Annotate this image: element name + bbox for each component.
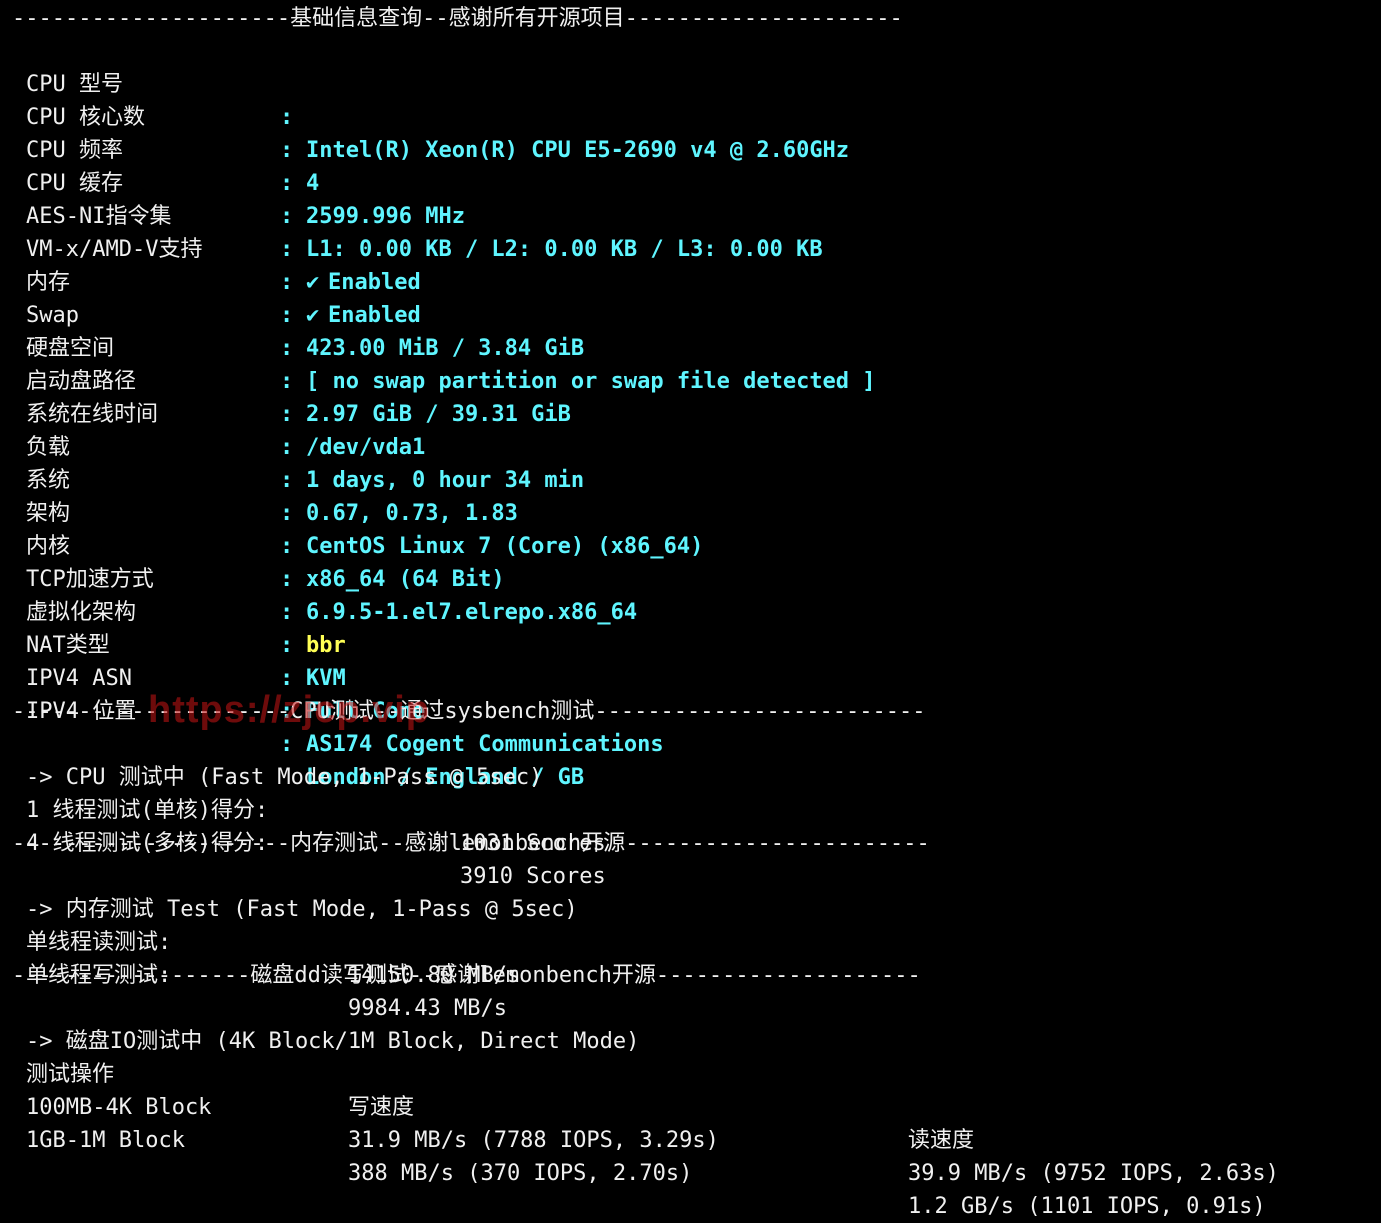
info-row-disk-space: 硬盘空间 : 2.97 GiB / 39.31 GiB [0, 299, 1381, 427]
info-row-swap: Swap : [ no swap partition or swap file … [0, 266, 1381, 394]
info-row-cpu-frequency: CPU 频率 : 2599.996 MHz [0, 101, 1381, 229]
info-row-cpu-cache: CPU 缓存 : L1: 0.00 KB / L2: 0.00 KB / L3:… [0, 134, 1381, 262]
info-row-kernel: 内核 : 6.9.5-1.el7.elrepo.x86_64 [0, 497, 1381, 625]
info-row-virtualization-support: VM-x/AMD-V支持 : ✔ Enabled [0, 200, 1381, 328]
disk-test-heading-row: -> 磁盘IO测试中 (4K Block/1M Block, Direct Mo… [0, 992, 1381, 1054]
info-row-tcp-congestion: TCP加速方式 : bbr [0, 530, 1381, 658]
mem-test-read-row: 单线程读测试: 14150.80 MB/s [0, 893, 1381, 988]
info-row-ipv4-asn: IPV4 ASN : AS174 Cogent Communications [0, 629, 1381, 757]
disk-read-cell: 39.9 MB/s (9752 IOPS, 2.63s) [908, 1161, 1279, 1186]
table-row: 1GB-1M Block 388 MB/s (370 IOPS, 2.70s) … [0, 1091, 1381, 1219]
info-row-arch: 架构 : x86_64 (64 Bit) [0, 464, 1381, 592]
info-row-aes-ni: AES-NI指令集 : ✔ Enabled [0, 167, 1381, 295]
cpu-test-heading-row: -> CPU 测试中 (Fast Mode, 1-Pass @ 5sec) [0, 728, 1381, 790]
info-row-load: 负载 : 0.67, 0.73, 1.83 [0, 398, 1381, 526]
info-row-memory: 内存 : 423.00 MiB / 3.84 GiB [0, 233, 1381, 361]
table-row: 100MB-4K Block 31.9 MB/s (7788 IOPS, 3.2… [0, 1058, 1381, 1186]
watermark-text: https://zjcp.vip [148, 689, 430, 731]
disk-read-cell: 1.2 GB/s (1101 IOPS, 0.91s) [908, 1194, 1266, 1219]
info-row-boot-disk: 启动盘路径 : /dev/vda1 [0, 332, 1381, 460]
disk-write-cell: 31.9 MB/s (7788 IOPS, 3.29s) [348, 1128, 719, 1153]
mem-test-write-row: 单线程写测试: 9984.43 MB/s [0, 926, 1381, 1021]
info-row-cpu-model: CPU 型号 : Intel(R) Xeon(R) CPU E5-2690 v4… [0, 35, 1381, 163]
section-separator-memory-test: ---------------------内存测试--感谢lemonbench开… [12, 831, 930, 856]
column-header-read-speed: 读速度 [908, 1128, 975, 1153]
disk-operation-cell: 1GB-1M Block [26, 1128, 185, 1153]
info-row-os: 系统 : CentOS Linux 7 (Core) (x86_64) [0, 431, 1381, 559]
info-row-virtualization: 虚拟化架构 : KVM [0, 563, 1381, 691]
section-separator-disk-test: ------------------磁盘dd读写测试--感谢lemonbench… [12, 963, 921, 988]
disk-table-header: 测试操作 写速度 读速度 [0, 1025, 1381, 1153]
cpu-test-multi-row: 4 线程测试(多核)得分: 3910 Scores [0, 794, 1381, 889]
info-row-uptime: 系统在线时间 : 1 days, 0 hour 34 min [0, 365, 1381, 493]
cpu-test-single-row: 1 线程测试(单核)得分: 1031 Scores [0, 761, 1381, 856]
mem-test-heading-row: -> 内存测试 Test (Fast Mode, 1-Pass @ 5sec) [0, 860, 1381, 922]
info-row-nat-type: NAT类型 : Full Cone [0, 596, 1381, 724]
disk-write-cell: 388 MB/s (370 IOPS, 2.70s) [348, 1161, 693, 1186]
info-row-cpu-cores: CPU 核心数 : 4 [0, 68, 1381, 196]
section-separator-basic-info: ---------------------基础信息查询--感谢所有开源项目---… [12, 6, 903, 31]
